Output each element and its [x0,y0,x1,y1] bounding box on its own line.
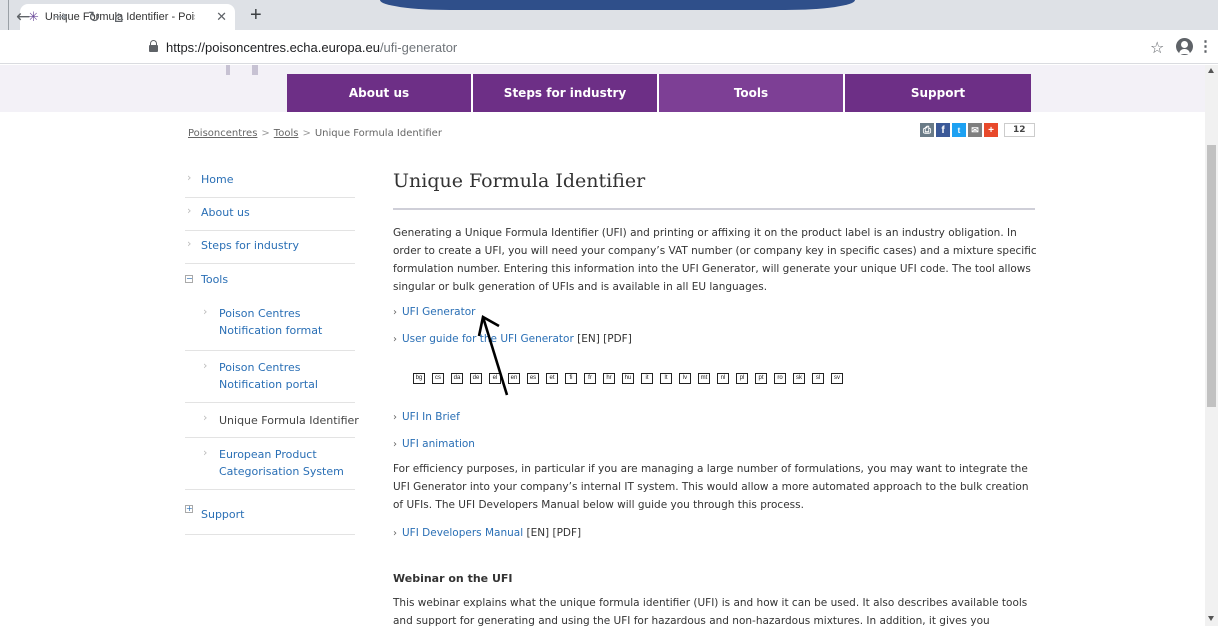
ufi-animation-link[interactable]: UFI animation [402,438,475,450]
chevron-right-icon: › [393,412,397,423]
sidebar-item-about-us[interactable]: › About us [185,198,355,231]
lang-fr[interactable]: fr [584,373,596,384]
page-scrollbar[interactable] [1205,65,1218,626]
sidebar-menu: › Home › About us › Steps for industry −… [185,165,359,535]
lang-hu[interactable]: hu [622,373,634,384]
lang-hr[interactable]: hr [603,373,615,384]
lang-fi[interactable]: fi [565,373,577,384]
scroll-down-arrow-icon[interactable] [1208,616,1214,621]
window-edge [8,0,9,30]
nav-support[interactable]: Support [845,74,1031,112]
lang-sl[interactable]: sl [812,373,824,384]
lang-mt[interactable]: mt [698,373,710,384]
chevron-right-icon: › [187,171,192,184]
intro-paragraph: Generating a Unique Formula Identifier (… [393,227,1037,293]
page-title: Unique Formula Identifier [393,170,646,192]
page-banner-fragment [380,0,855,10]
share-bar: ⎙ f t ✉ + 12 [920,123,1035,137]
webinar-paragraph: This webinar explains what the unique fo… [393,597,1028,626]
lang-da[interactable]: da [451,373,463,384]
lang-nl[interactable]: nl [717,373,729,384]
email-icon[interactable]: ✉ [968,123,982,137]
new-tab-button[interactable]: + [250,5,262,25]
chevron-right-icon: › [203,411,208,424]
annotation-arrow-icon [477,314,509,396]
chevron-right-icon: › [187,204,192,217]
chevron-right-icon: › [393,439,397,450]
chevron-right-icon: › [203,359,208,372]
title-divider [393,208,1035,210]
sidebar-item-notification-portal[interactable]: › Poison Centres Notification portal [185,351,355,403]
lang-lv[interactable]: lv [679,373,691,384]
collapse-icon[interactable]: − [185,275,193,283]
twitter-icon[interactable]: t [952,123,966,137]
lang-bg[interactable]: bg [413,373,425,384]
sidebar-item-notification-format[interactable]: › Poison Centres Notification format [185,297,355,351]
reload-icon[interactable]: ↻ [88,7,101,27]
chevron-right-icon: › [203,305,208,318]
sidebar-item-eupcs[interactable]: › European Product Categorisation System [185,438,355,490]
sidebar-item-tools[interactable]: − Tools [185,264,355,297]
breadcrumb: Poisoncentres > Tools > Unique Formula Ident… [188,128,442,139]
ufi-generator-link[interactable]: UFI Generator [402,306,475,318]
share-count: 12 [1004,123,1035,137]
ufi-generator-link-row: › UFI Generator [393,306,475,318]
breadcrumb-tools[interactable]: Tools [274,128,299,139]
sidebar-item-steps-for-industry[interactable]: › Steps for industry [185,231,355,264]
dev-manual-link-row: › UFI Developers Manual [EN] [PDF] [393,527,582,539]
lang-sk[interactable]: sk [793,373,805,384]
chevron-right-icon: › [187,237,192,250]
chevron-right-icon: › [393,307,397,318]
nav-tools[interactable]: Tools [659,74,845,112]
lang-lt[interactable]: lt [660,373,672,384]
bookmark-star-icon[interactable]: ☆ [1150,38,1164,57]
lang-sv[interactable]: sv [831,373,843,384]
lang-pl[interactable]: pl [736,373,748,384]
expand-icon[interactable]: + [185,505,193,513]
facebook-icon[interactable]: f [936,123,950,137]
chevron-right-icon: › [203,446,208,459]
breadcrumb-poisoncentres[interactable]: Poisoncentres [188,128,257,139]
breadcrumb-current: Unique Formula Identifier [314,128,442,139]
main-navigation: About us Steps for industry Tools Suppor… [287,74,1031,112]
ufi-in-brief-link-row: › UFI In Brief [393,411,460,423]
chevron-right-icon: › [393,334,397,345]
lang-ro[interactable]: ro [774,373,786,384]
nav-steps-for-industry[interactable]: Steps for industry [473,74,659,112]
dev-manual-link[interactable]: UFI Developers Manual [402,527,523,539]
forward-arrow-icon[interactable]: → [53,7,67,27]
chevron-right-icon: › [393,528,397,539]
webinar-heading: Webinar on the UFI [393,572,513,585]
close-tab-icon[interactable]: ✕ [216,9,227,25]
menu-kebab-icon[interactable]: ⋮ [1198,37,1213,55]
lang-pt[interactable]: pt [755,373,767,384]
scroll-thumb[interactable] [1207,145,1216,407]
lang-cs[interactable]: cs [432,373,444,384]
logo-fragment [252,65,258,75]
back-arrow-icon[interactable]: ← [16,7,30,27]
ufi-in-brief-link[interactable]: UFI In Brief [402,411,460,423]
home-icon[interactable]: ⌂ [114,7,124,27]
scroll-up-arrow-icon[interactable] [1208,68,1214,73]
logo-fragment [226,65,230,75]
ufi-animation-link-row: › UFI animation [393,438,475,450]
lock-icon[interactable] [149,40,158,52]
account-icon[interactable] [1176,38,1193,55]
lang-it[interactable]: it [641,373,653,384]
efficiency-paragraph: For efficiency purposes, in particular i… [393,463,1029,511]
add-share-icon[interactable]: + [984,123,998,137]
url-text[interactable]: https://poisoncentres.echa.europa.eu/ufi… [166,40,457,55]
sidebar-item-home[interactable]: › Home [185,165,355,198]
lang-et[interactable]: et [546,373,558,384]
nav-about-us[interactable]: About us [287,74,473,112]
sidebar-item-support[interactable]: + Support [185,490,355,535]
print-icon[interactable]: ⎙ [920,123,934,137]
sidebar-item-ufi[interactable]: › Unique Formula Identifier [185,403,359,438]
